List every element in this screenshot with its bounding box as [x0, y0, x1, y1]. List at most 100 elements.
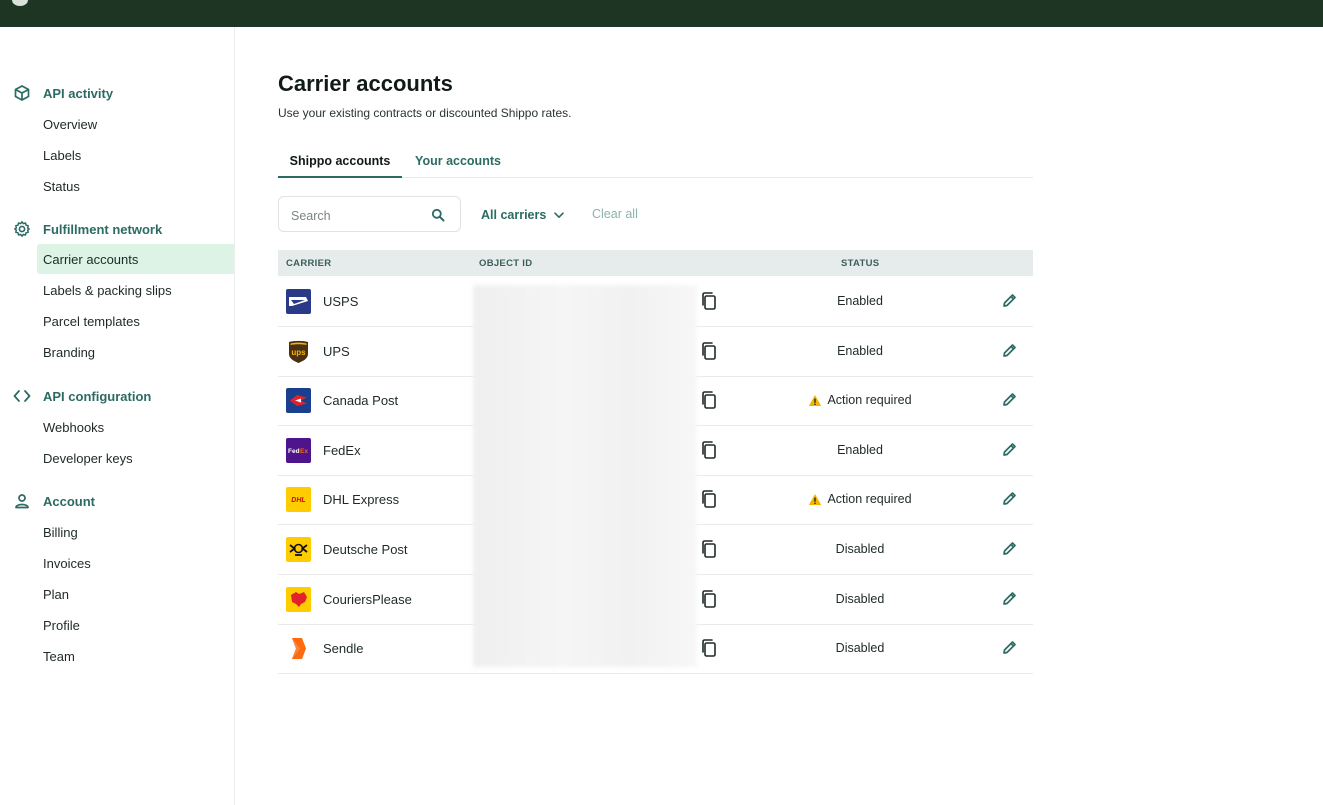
status-badge: Disabled	[778, 641, 942, 655]
sidebar-item-label: Team	[43, 648, 75, 664]
edit-pencil-icon[interactable]	[1001, 639, 1018, 656]
warning-icon	[809, 394, 822, 406]
clear-all-button[interactable]: Clear all	[592, 207, 638, 221]
sidebar-item-label: Profile	[43, 617, 80, 633]
carrier-name: Sendle	[323, 641, 364, 657]
sidebar-item-developer-keys[interactable]: Developer keys	[37, 443, 234, 473]
search-icon[interactable]	[431, 208, 445, 222]
sidebar-section-title: API activity	[43, 85, 114, 101]
usps-logo	[286, 289, 311, 314]
fedex-logo: Fed Ex	[286, 437, 311, 463]
sidebar-item-labels[interactable]: Labels	[37, 140, 234, 170]
edit-pencil-icon[interactable]	[1001, 391, 1018, 408]
carrier-name: FedEx	[323, 442, 361, 458]
top-bar	[0, 0, 1323, 27]
status-text: Enabled	[837, 294, 883, 308]
all-carriers-dropdown[interactable]: All carriers	[481, 205, 565, 225]
sidebar-item-team[interactable]: Team	[37, 641, 234, 671]
couriersplease-logo	[286, 586, 311, 612]
status-text: Action required	[827, 492, 912, 507]
sidebar-item-plan[interactable]: Plan	[37, 579, 234, 609]
dropdown-label: All carriers	[481, 208, 547, 222]
status-text: Disabled	[835, 591, 885, 606]
sidebar-item-label: Status	[43, 178, 80, 194]
edit-pencil-icon[interactable]	[1001, 342, 1018, 359]
sidebar-item-status[interactable]: Status	[37, 171, 234, 201]
status-badge: Enabled	[778, 443, 942, 457]
sidebar-item-label: Carrier accounts	[43, 251, 139, 267]
sidebar-item-label: Labels	[43, 147, 82, 163]
copy-icon[interactable]	[700, 341, 718, 361]
column-header-carrier: CARRIER	[286, 258, 332, 269]
sidebar-section-account: Account	[3, 489, 234, 513]
tab-shippo-accounts[interactable]: Shippo accounts	[278, 145, 402, 178]
sidebar-item-label: Billing	[43, 524, 78, 540]
carrier-name: UPS	[323, 343, 350, 359]
dhl-logo: DHL	[286, 487, 311, 513]
ups-logo: ups	[286, 338, 311, 364]
status-text: Disabled	[835, 641, 885, 656]
carrier-name: USPS	[323, 294, 359, 309]
edit-pencil-icon[interactable]	[1001, 292, 1018, 309]
gear-icon	[14, 221, 30, 237]
status-badge: Disabled	[778, 592, 942, 606]
copy-icon[interactable]	[700, 440, 718, 460]
status-text: Action required	[827, 393, 912, 408]
copy-icon[interactable]	[700, 638, 718, 658]
carrier-name: DHL Express	[323, 492, 400, 508]
edit-pencil-icon[interactable]	[1001, 490, 1018, 507]
sidebar-item-labels-packing-slips[interactable]: Labels & packing slips	[37, 275, 234, 305]
tab-your-accounts[interactable]: Your accounts	[402, 145, 514, 176]
copy-icon[interactable]	[700, 589, 718, 609]
edit-pencil-icon[interactable]	[1001, 590, 1018, 607]
search-box	[278, 196, 461, 232]
sidebar-item-label: Overview	[43, 116, 98, 132]
sidebar-section-title: Fulfillment network	[43, 221, 163, 237]
copy-icon[interactable]	[700, 390, 718, 410]
status-badge: Enabled	[778, 294, 942, 308]
sidebar-item-profile[interactable]: Profile	[37, 610, 234, 640]
sidebar-item-carrier-accounts[interactable]: Carrier accounts	[37, 244, 234, 274]
cube-icon	[14, 85, 30, 101]
warning-icon	[809, 493, 822, 505]
column-header-status: STATUS	[841, 258, 880, 269]
copy-icon[interactable]	[700, 489, 718, 509]
column-header-object-id: OBJECT ID	[479, 258, 533, 269]
sidebar-item-overview[interactable]: Overview	[37, 109, 234, 139]
sidebar-section-api-activity: API activity	[3, 81, 234, 105]
sidebar-item-label: Branding	[43, 344, 96, 360]
sidebar-item-branding[interactable]: Branding	[37, 337, 234, 367]
copy-icon[interactable]	[700, 291, 718, 311]
canada-post-logo	[286, 388, 311, 414]
svg-text:DHL: DHL	[291, 497, 305, 504]
table-header: CARRIER OBJECT ID STATUS	[278, 250, 1033, 276]
page-subtitle: Use your existing contracts or discounte…	[278, 106, 572, 120]
app-logo[interactable]	[12, 0, 28, 6]
svg-text:Ex: Ex	[300, 448, 308, 455]
sidebar-section-api-configuration: API configuration	[3, 384, 234, 408]
sidebar-item-label: Plan	[43, 586, 70, 602]
sidebar-section-fulfillment-network: Fulfillment network	[3, 217, 234, 241]
sidebar-item-billing[interactable]: Billing	[37, 517, 234, 547]
edit-pencil-icon[interactable]	[1001, 441, 1018, 458]
object-id-redacted	[473, 285, 697, 667]
person-icon	[15, 494, 29, 509]
sidebar-section-title: Account	[43, 493, 95, 509]
sidebar-item-parcel-templates[interactable]: Parcel templates	[37, 306, 234, 336]
sidebar-section-title: API configuration	[43, 388, 152, 404]
sidebar-item-label: Labels & packing slips	[43, 282, 172, 298]
edit-pencil-icon[interactable]	[1001, 540, 1018, 557]
sidebar-item-webhooks[interactable]: Webhooks	[37, 412, 234, 442]
sidebar-item-label: Webhooks	[43, 419, 105, 435]
sidebar-item-label: Developer keys	[43, 450, 133, 466]
status-badge: Action required	[778, 393, 942, 407]
code-icon	[13, 390, 31, 402]
carrier-name: Deutsche Post	[323, 542, 408, 557]
svg-text:ups: ups	[291, 348, 306, 357]
status-text: Disabled	[835, 542, 885, 556]
sidebar-item-invoices[interactable]: Invoices	[37, 548, 234, 578]
copy-icon[interactable]	[700, 539, 718, 559]
carrier-name: Canada Post	[323, 393, 399, 409]
search-input[interactable]	[289, 206, 423, 226]
chevron-down-icon	[554, 211, 565, 218]
